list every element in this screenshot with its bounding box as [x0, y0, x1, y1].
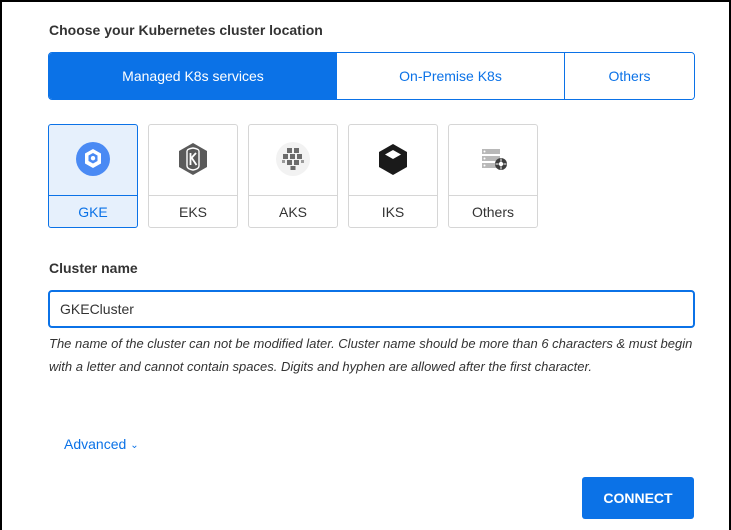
tab-on-premise-k8s[interactable]: On-Premise K8s: [337, 53, 565, 99]
provider-label: EKS: [178, 204, 207, 220]
card-divider: [249, 195, 337, 196]
cluster-name-help-text: The name of the cluster can not be modif…: [49, 336, 693, 374]
card-divider: [49, 195, 137, 196]
card-divider: [449, 195, 537, 196]
card-divider: [349, 195, 437, 196]
others-icon: [449, 139, 537, 179]
card-divider: [149, 195, 237, 196]
tab-others[interactable]: Others: [565, 53, 694, 99]
gke-icon: [49, 139, 137, 179]
dialog-panel: Choose your Kubernetes cluster location …: [0, 0, 731, 530]
eks-icon: [149, 139, 237, 179]
aks-icon: [249, 139, 337, 179]
connect-button[interactable]: CONNECT: [582, 477, 694, 519]
advanced-toggle[interactable]: Advanced ⌄: [64, 436, 139, 452]
chevron-down-icon: ⌄: [130, 440, 139, 451]
provider-label: GKE: [78, 204, 108, 220]
provider-list: GKE EKS AKS IKS Others: [48, 124, 538, 228]
provider-card-aks[interactable]: AKS: [248, 124, 338, 228]
provider-card-others[interactable]: Others: [448, 124, 538, 228]
cluster-name-input[interactable]: [48, 290, 695, 328]
cluster-name-label: Cluster name: [49, 260, 138, 276]
location-tabs: Managed K8s services On-Premise K8s Othe…: [48, 52, 695, 100]
iks-icon: [349, 139, 437, 179]
advanced-label: Advanced: [64, 436, 127, 452]
provider-label: IKS: [381, 204, 405, 220]
section-title: Choose your Kubernetes cluster location: [49, 22, 323, 38]
tab-managed-k8s[interactable]: Managed K8s services: [49, 53, 337, 99]
provider-label: Others: [471, 204, 514, 220]
provider-label: AKS: [278, 204, 307, 220]
provider-card-iks[interactable]: IKS: [348, 124, 438, 228]
provider-card-gke[interactable]: GKE: [48, 124, 138, 228]
provider-card-eks[interactable]: EKS: [148, 124, 238, 228]
